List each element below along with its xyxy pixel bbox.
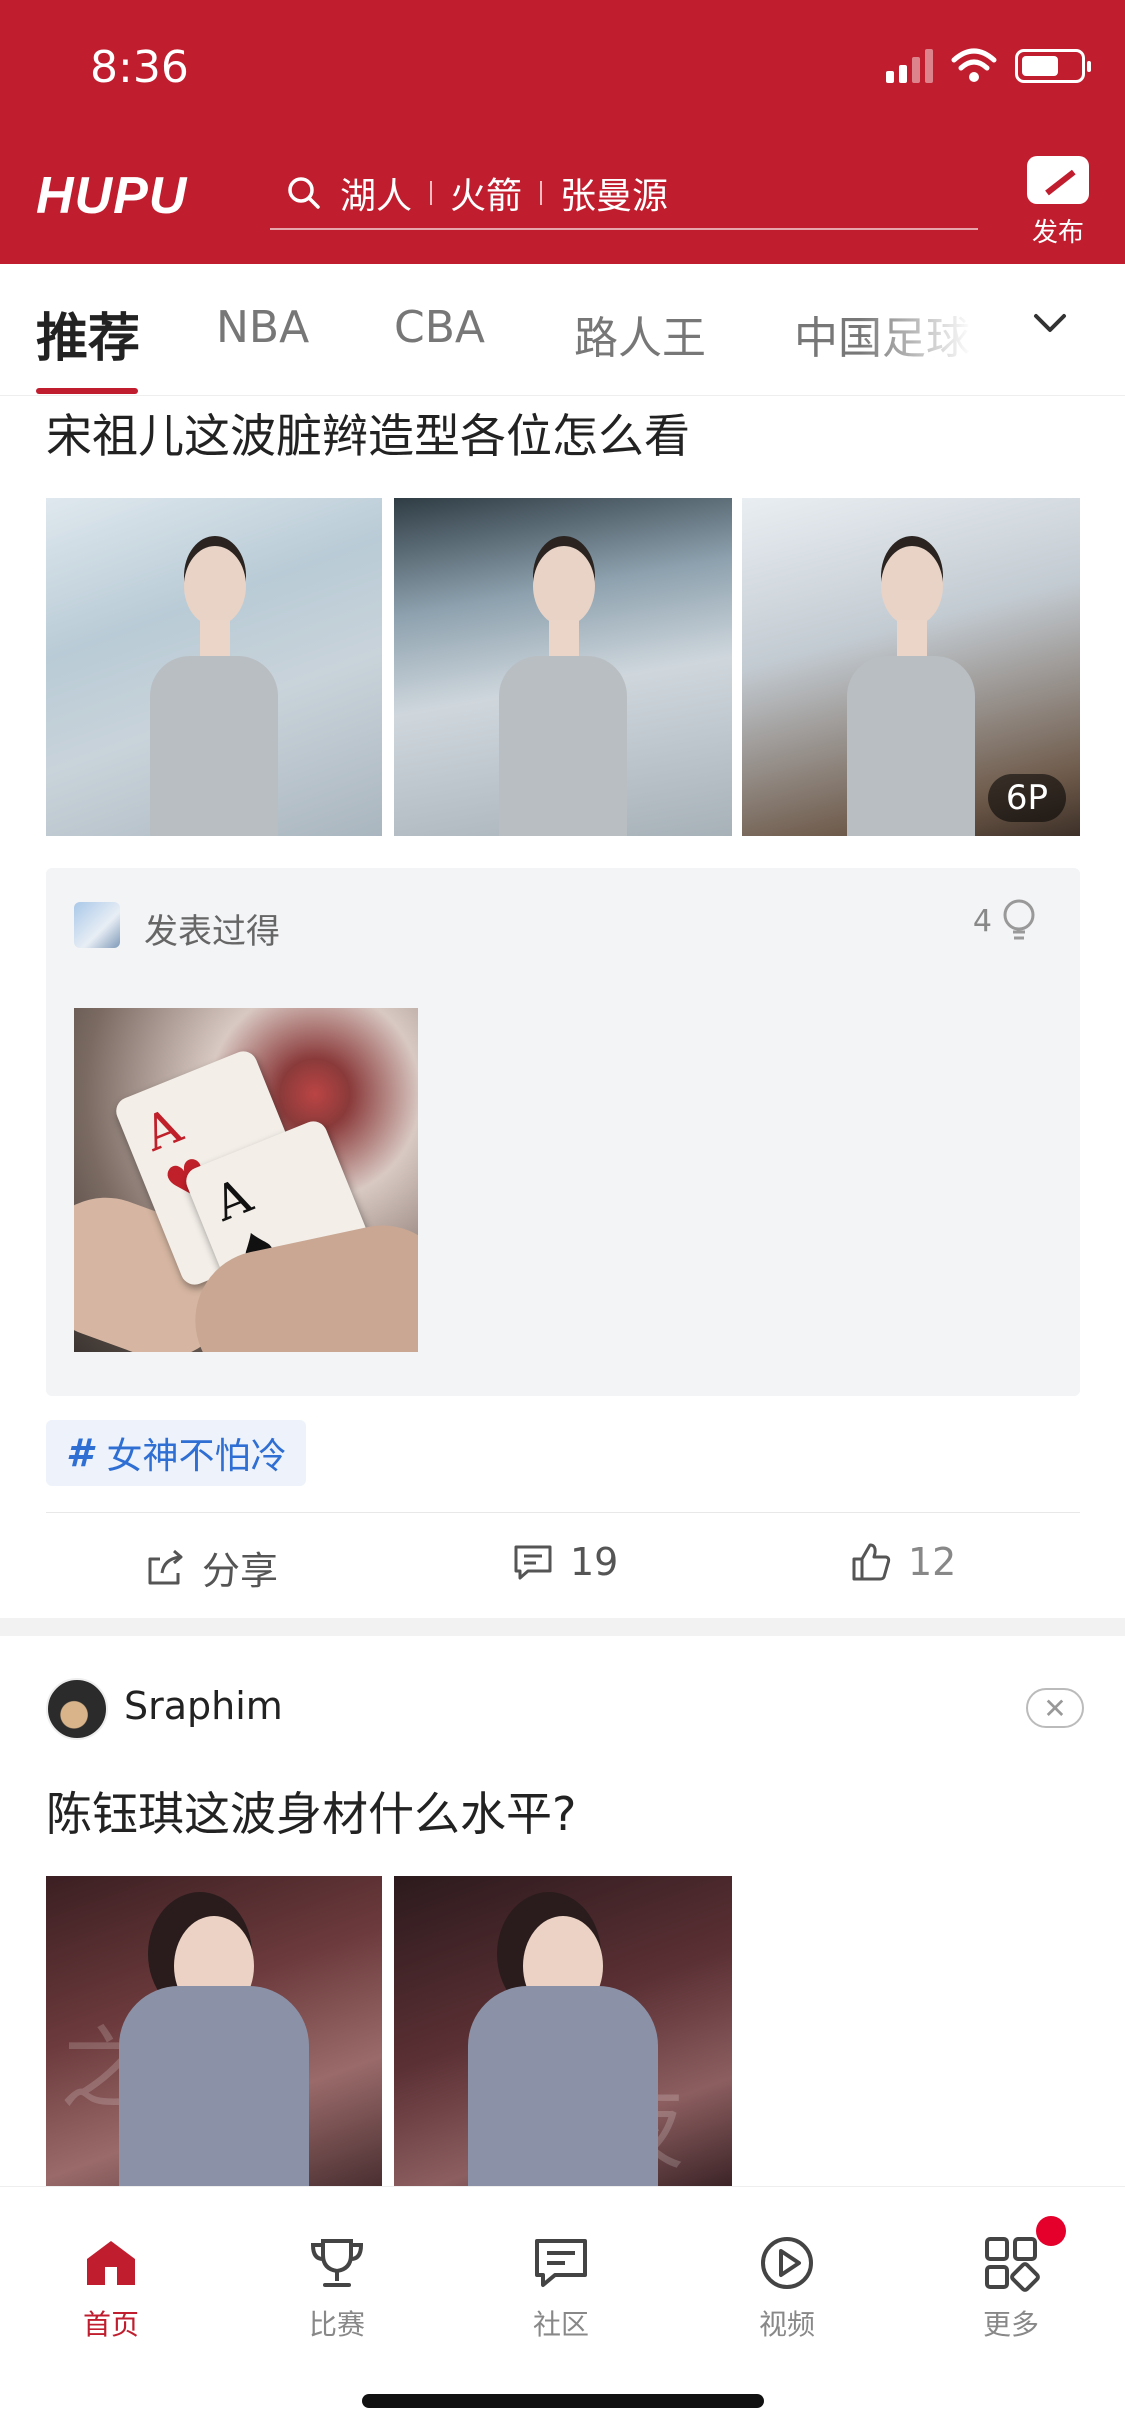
photo-subject [119, 1986, 309, 2186]
compose-icon [1027, 156, 1089, 204]
post-image[interactable]: 夜 [394, 1876, 732, 2186]
tab-fade [860, 264, 1020, 394]
share-icon [148, 1549, 183, 1584]
post-title[interactable]: 陈钰琪这波身材什么水平? [46, 1778, 576, 1844]
tab-lurenwang[interactable]: 路人王 [574, 302, 706, 366]
search-term: 火箭 [450, 176, 523, 217]
avatar [74, 902, 120, 948]
search-icon [288, 177, 320, 209]
nav-community-label: 社区 [532, 2308, 589, 2341]
play-icon [761, 2237, 813, 2289]
hupu-logo: HUPU [36, 167, 188, 225]
search-separator [430, 181, 433, 205]
divider [46, 1512, 1080, 1513]
search-bar[interactable]: 湖人 火箭 张曼源 [270, 158, 978, 230]
status-time: 8:36 [90, 42, 189, 93]
trophy-icon [310, 2239, 364, 2287]
photo-subject [841, 546, 981, 836]
post-title[interactable]: 宋祖儿这波脏辫造型各位怎么看 [46, 400, 690, 466]
share-button[interactable]: 分享 [144, 1540, 278, 1595]
tab-recommend[interactable]: 推荐 [36, 296, 140, 371]
active-tab-indicator [36, 388, 138, 394]
search-term: 湖人 [340, 176, 413, 217]
nav-more-label: 更多 [982, 2308, 1039, 2341]
search-separator [540, 181, 543, 205]
apps-grid-icon [985, 2237, 1040, 2292]
like-count: 12 [908, 1540, 957, 1584]
message-icon [535, 2239, 587, 2287]
nav-games-label: 比赛 [308, 2308, 365, 2341]
notification-dot [1036, 2216, 1066, 2246]
photo-subject [468, 1986, 658, 2186]
chevron-down-icon[interactable] [1030, 304, 1070, 344]
nav-home[interactable]: 首页 [46, 2233, 176, 2343]
thumbs-up-icon [852, 1543, 891, 1581]
cellular-signal-icon [886, 49, 933, 83]
author-name[interactable]: Sraphim [124, 1684, 283, 1728]
comment-count: 19 [570, 1540, 619, 1584]
nav-video-label: 视频 [758, 2308, 815, 2341]
photo-subject [144, 546, 284, 836]
reply-likes[interactable]: 4 [973, 898, 1038, 944]
publish-button[interactable]: 发布 [1021, 156, 1095, 249]
nav-video[interactable]: 视频 [722, 2233, 852, 2343]
channel-tabs: 推荐 NBA CBA 路人王 中国足球 [0, 264, 1125, 396]
photo-subject [493, 546, 633, 836]
status-icons [886, 48, 1091, 84]
quoted-reply[interactable]: 发表过得 4 A♥ A♠ [46, 868, 1080, 1396]
tab-cba[interactable]: CBA [394, 302, 485, 353]
comment-button[interactable]: 19 [512, 1540, 618, 1584]
battery-icon [1015, 49, 1091, 83]
publish-label: 发布 [1031, 218, 1084, 248]
comment-icon [514, 1545, 552, 1580]
post-image[interactable]: 之 [46, 1876, 382, 2186]
hashtag-icon: # [66, 1431, 93, 1475]
nav-games[interactable]: 比赛 [272, 2233, 402, 2343]
home-indicator[interactable] [362, 2394, 764, 2408]
topic-tag-label: 女神不怕冷 [106, 1436, 287, 1477]
like-button[interactable]: 12 [850, 1540, 956, 1584]
image-count-badge: 6P [987, 774, 1066, 822]
reply-like-count: 4 [972, 903, 992, 939]
post-image[interactable]: 6P [742, 498, 1080, 836]
post-image[interactable] [46, 498, 382, 836]
dismiss-post-button[interactable]: ✕ [1026, 1688, 1084, 1728]
search-term: 张曼源 [560, 176, 669, 217]
share-label: 分享 [202, 1549, 279, 1593]
wifi-icon [951, 48, 997, 82]
nav-more[interactable]: 更多 [946, 2233, 1076, 2343]
tab-nba[interactable]: NBA [216, 302, 309, 353]
nav-home-label: 首页 [82, 2308, 139, 2341]
section-divider [0, 1618, 1125, 1636]
avatar[interactable] [46, 1678, 108, 1740]
post-actions: 分享 19 12 [0, 1516, 1125, 1616]
app-header: 8:36 HUPU 湖人 火箭 张曼源 发布 [0, 0, 1125, 264]
topic-tag[interactable]: # 女神不怕冷 [46, 1420, 307, 1486]
post-image[interactable] [394, 498, 732, 836]
reply-image[interactable]: A♥ A♠ [74, 1008, 418, 1352]
reply-username: 发表过得 [144, 912, 280, 952]
lightbulb-icon [1003, 899, 1035, 940]
nav-community[interactable]: 社区 [496, 2233, 626, 2343]
home-icon [87, 2241, 135, 2285]
close-icon: ✕ [1043, 1691, 1067, 1725]
